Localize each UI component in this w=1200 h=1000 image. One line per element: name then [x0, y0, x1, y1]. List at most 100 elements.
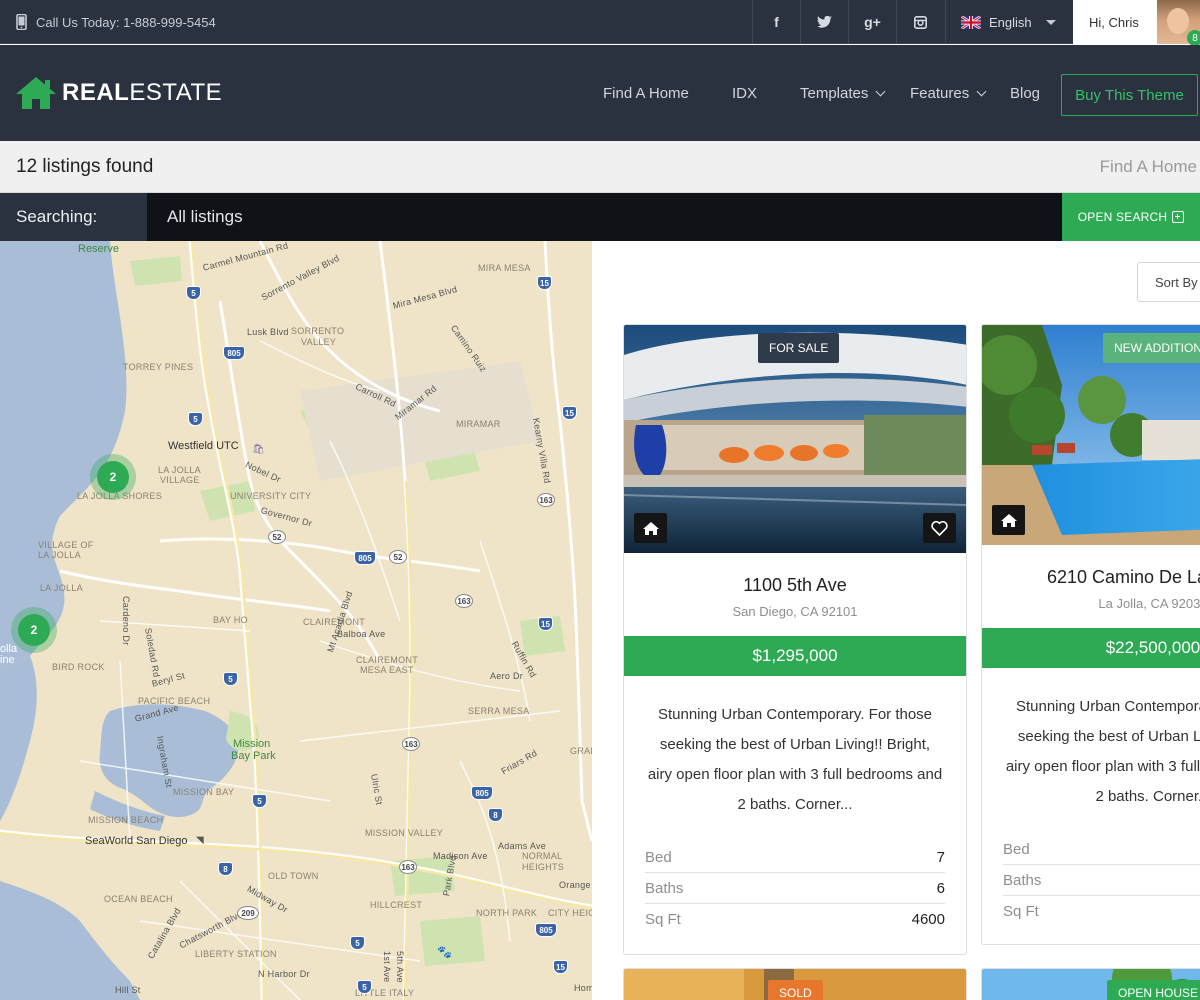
map-label: MISSION VALLEY	[365, 828, 444, 838]
nav-item-templates[interactable]: Templates	[800, 45, 886, 141]
results-bar: 12 listings found Find A Home	[0, 141, 1200, 193]
logo-text: REALESTATE	[62, 79, 223, 106]
map-label: LIBERTY STATION	[195, 949, 277, 959]
nav-item-find-a-home[interactable]: Find A Home	[603, 45, 689, 141]
listing-photo[interactable]: NEW ADDITION	[982, 325, 1200, 545]
twitter-icon[interactable]	[800, 0, 848, 44]
route-shield: 5	[252, 794, 267, 808]
map-cluster-marker[interactable]: 2	[90, 454, 136, 500]
map-label: GRAN	[570, 746, 592, 756]
chevron-down-icon	[1045, 19, 1056, 25]
map-label: Madison Ave	[433, 851, 488, 861]
route-shield: 163	[402, 737, 420, 751]
map-label: MIRA MESA	[478, 263, 531, 273]
listing-status-tag: NEW ADDITION	[1103, 333, 1200, 363]
mission-bay-park-label: Mission	[233, 738, 271, 750]
nav-item-idx[interactable]: IDX	[732, 45, 757, 141]
map-label: MIRAMAR	[456, 419, 501, 429]
map-label: MISSION BAY	[173, 787, 235, 797]
nav-item-features[interactable]: Features	[910, 45, 987, 141]
map-label: Cardeno Dr	[121, 596, 131, 646]
listing-card[interactable]: OPEN HOUSE	[981, 968, 1200, 1000]
route-shield: 5	[186, 286, 201, 300]
map-label: HEIGHTS	[522, 862, 565, 872]
listing-card[interactable]: SOLD	[623, 968, 967, 1000]
map-label: Orange	[559, 880, 591, 890]
map-label: LA JOLLA	[158, 465, 201, 475]
phone-contact[interactable]: Call Us Today: 1-888-999-5454	[16, 0, 216, 44]
language-selector[interactable]: English	[945, 0, 1073, 44]
listing-card[interactable]: NEW ADDITION 6210 Camino De La Costa La …	[981, 324, 1200, 945]
shopping-icon: 🛍	[252, 444, 265, 455]
route-shield: 15	[538, 617, 553, 631]
map-label: ine	[0, 654, 15, 666]
route-shield: 8	[218, 862, 233, 876]
seaworld-label[interactable]: SeaWorld San Diego	[85, 835, 188, 847]
map-label: LA JOLLA	[40, 583, 83, 593]
spec-row-bed: Bed	[1003, 834, 1200, 865]
listing-address: La Jolla, CA 92037	[1098, 596, 1200, 611]
listing-photo[interactable]: FOR SALE	[624, 325, 966, 553]
listing-title[interactable]: 1100 5th Ave	[624, 575, 966, 596]
map-label: 5th Ave	[395, 951, 405, 983]
westfield-utc-label[interactable]: Westfield UTC	[168, 440, 239, 452]
google-plus-icon[interactable]: g+	[848, 0, 896, 44]
site-logo[interactable]: REALESTATE	[16, 77, 222, 109]
map-canvas	[0, 241, 592, 1000]
spec-row-baths: Baths 6	[645, 873, 945, 904]
map-label: HILLCREST	[370, 900, 423, 910]
paw-icon: 🐾	[437, 945, 453, 959]
map-cluster-marker[interactable]: 2	[11, 607, 57, 653]
listing-specs: Bed Baths Sq Ft	[982, 834, 1200, 927]
route-shield: 52	[268, 530, 286, 544]
user-menu[interactable]: Hi, Chris 8	[1073, 0, 1200, 46]
route-shield: 805	[223, 346, 245, 360]
map-label: VILLAGE OF	[38, 540, 94, 550]
map-label: Home	[574, 983, 592, 993]
map-label: OCEAN BEACH	[104, 894, 173, 904]
breadcrumb[interactable]: Find A Home	[1100, 157, 1197, 177]
house-icon	[992, 505, 1025, 535]
map-label: Balboa Ave	[337, 629, 386, 639]
top-bar: Call Us Today: 1-888-999-5454 f g+ Engli…	[0, 0, 1200, 46]
sort-dropdown[interactable]: Sort By	[1137, 262, 1200, 302]
listing-title[interactable]: 6210 Camino De La Costa	[982, 567, 1200, 588]
map-view[interactable]: Reserve Carmel Mountain Rd Sorrento Vall…	[0, 241, 592, 1000]
open-search-label: OPEN SEARCH	[1077, 210, 1168, 224]
map-label: Lusk Blvd	[247, 327, 289, 337]
listing-price: $1,295,000	[624, 636, 966, 676]
open-search-button[interactable]: OPEN SEARCH	[1062, 193, 1200, 241]
route-shield: 15	[562, 406, 577, 420]
facebook-icon[interactable]: f	[752, 0, 800, 44]
social-links: f g+	[752, 0, 944, 44]
listing-price: $22,500,000	[982, 628, 1200, 668]
map-label: Aero Dr	[490, 671, 524, 681]
route-shield: 805	[535, 923, 557, 937]
map-label: BIRD ROCK	[52, 662, 105, 672]
nav-item-blog[interactable]: Blog	[1010, 45, 1040, 141]
map-label: N Harbor Dr	[258, 969, 310, 979]
spec-row-sqft: Sq Ft	[1003, 903, 1039, 920]
map-label: Adams Ave	[498, 841, 547, 851]
instagram-icon[interactable]	[896, 0, 944, 44]
listing-card[interactable]: FOR SALE 1100 5th Ave San Diego, CA 9210…	[623, 324, 967, 955]
map-label: MESA EAST	[360, 665, 414, 675]
listings-panel: Sort By FOR SALE 1100 5th Ave San Diego,…	[592, 241, 1200, 1000]
buy-theme-button[interactable]: Buy This Theme	[1061, 74, 1198, 116]
listing-specs: Bed 7 Baths 6 Sq Ft 4600	[624, 842, 966, 935]
listing-status-tag: SOLD	[768, 980, 823, 1000]
map-label: OLD TOWN	[268, 871, 319, 881]
listing-address: San Diego, CA 92101	[732, 604, 858, 619]
listing-status-tag: OPEN HOUSE	[1107, 980, 1200, 1000]
mission-bay-park-label: Bay Park	[231, 750, 276, 762]
house-icon	[634, 513, 667, 543]
favorite-heart-icon[interactable]	[923, 513, 956, 543]
notification-badge[interactable]: 8	[1187, 30, 1200, 46]
route-shield: 15	[553, 960, 568, 974]
listing-status-tag: FOR SALE	[758, 333, 840, 363]
map-label: CLAIREMONT	[356, 655, 419, 665]
phone-text: Call Us Today: 1-888-999-5454	[36, 14, 216, 30]
listing-description: Stunning Urban Contemporary. For those s…	[1005, 698, 1200, 805]
user-greeting: Hi, Chris	[1089, 14, 1139, 30]
map-label: LA JOLLA	[38, 550, 81, 560]
